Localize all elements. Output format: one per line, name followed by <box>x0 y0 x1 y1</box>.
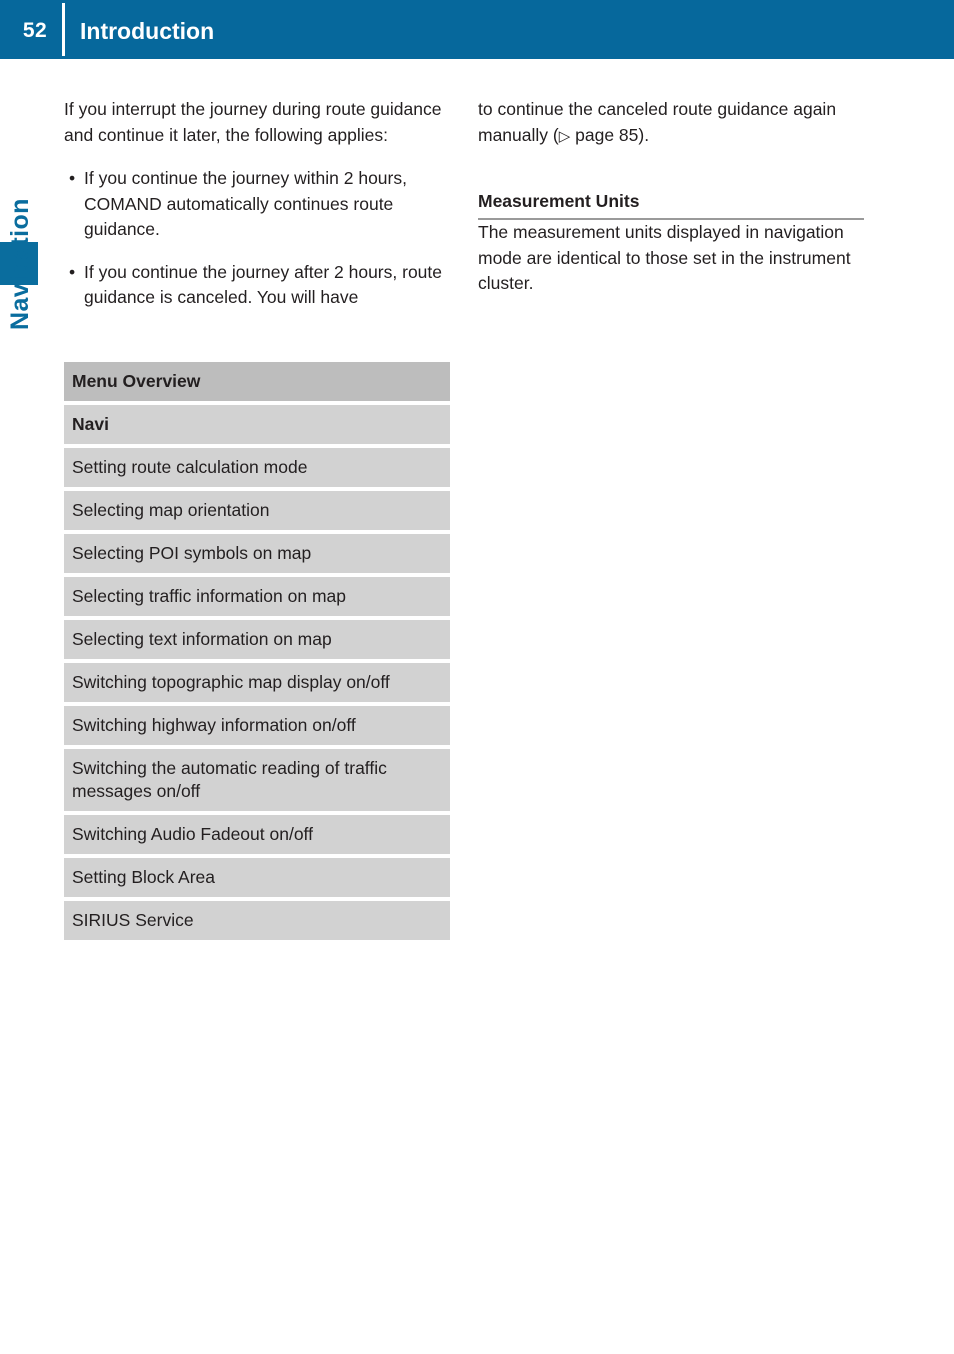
table-row: Switching the automatic reading of traff… <box>64 749 450 811</box>
section-paragraph: The measurement units displayed in navig… <box>478 222 851 293</box>
bullet-icon: • <box>69 261 76 282</box>
table-row: Selecting map orientation <box>64 491 450 530</box>
table-row: Selecting text information on map <box>64 620 450 659</box>
cross-reference-text: page 85). <box>570 124 650 145</box>
page-header-bar: 52 Introduction <box>0 0 954 59</box>
table-row: Switching highway information on/off <box>64 706 450 745</box>
table-subhead-row: Navi <box>64 405 450 444</box>
list-item-text: If you continue the journey within 2 hou… <box>84 168 407 239</box>
table-row: SIRIUS Service <box>64 901 450 940</box>
page-title: Introduction <box>80 18 215 44</box>
bullet-list: • If you continue the journey within 2 h… <box>64 166 454 311</box>
left-text-column: If you interrupt the journey during rout… <box>64 97 454 311</box>
chapter-label-navigation: Navigation <box>6 198 34 330</box>
list-item: • If you continue the journey within 2 h… <box>64 166 454 243</box>
header-divider <box>62 3 65 56</box>
section-heading-measurement-units: Measurement Units <box>478 189 864 220</box>
table-row: Setting route calculation mode <box>64 448 450 487</box>
table-header-row: Menu Overview <box>64 362 450 401</box>
menu-overview-table: Menu Overview Navi Setting route calcula… <box>64 362 450 940</box>
list-item-text: If you continue the journey after 2 hour… <box>84 261 442 308</box>
list-item: • If you continue the journey after 2 ho… <box>64 260 454 311</box>
intro-paragraph: If you interrupt the journey during rout… <box>64 99 442 145</box>
bullet-icon: • <box>69 168 76 188</box>
table-row: Switching topographic map display on/off <box>64 663 450 702</box>
right-text-column: to continue the canceled route guidance … <box>478 97 864 297</box>
page-number: 52 <box>22 19 48 42</box>
table-row: Selecting traffic information on map <box>64 577 450 616</box>
table-row: Switching Audio Fadeout on/off <box>64 815 450 854</box>
continued-paragraph: to continue the canceled route guidance … <box>478 97 864 149</box>
continued-text: to continue the canceled route guidance … <box>478 99 837 145</box>
table-row: Setting Block Area <box>64 858 450 897</box>
cross-reference-icon: ▷ <box>558 127 571 145</box>
table-row: Selecting POI symbols on map <box>64 534 450 573</box>
